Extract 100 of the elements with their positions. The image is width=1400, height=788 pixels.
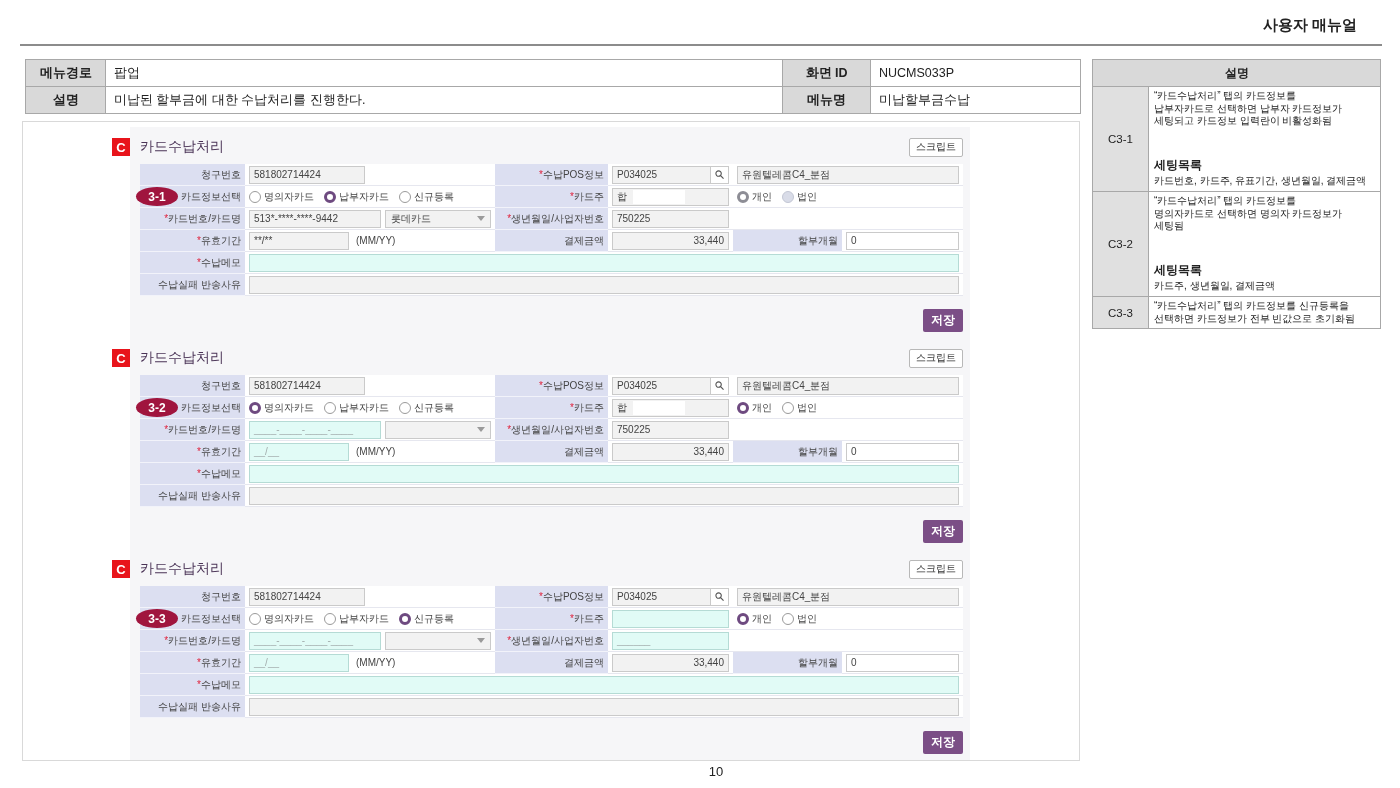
radio-option[interactable]: 신규등록 bbox=[399, 189, 454, 204]
radio-icon[interactable] bbox=[782, 401, 794, 414]
script-button[interactable]: 스크립트 bbox=[909, 348, 963, 368]
radio-icon[interactable] bbox=[249, 190, 261, 203]
radio-option[interactable]: 개인 bbox=[737, 611, 772, 626]
radio-icon[interactable] bbox=[324, 190, 336, 203]
input-field[interactable]: 581802714424 bbox=[249, 376, 365, 395]
input-field[interactable]: 33,440 bbox=[612, 442, 729, 461]
radio-option[interactable]: 신규등록 bbox=[399, 611, 454, 626]
description-text: “카드수납처리” 탭의 카드정보를 명의자카드로 선택하면 명의자 카드정보가 세팅됨 bbox=[1154, 195, 1344, 233]
input-field[interactable]: 합 bbox=[612, 187, 729, 206]
radio-option[interactable]: 신규등록 bbox=[399, 400, 454, 415]
info-label: 설명 bbox=[25, 86, 106, 114]
save-button[interactable]: 저장 bbox=[923, 520, 963, 543]
radio-option[interactable]: 법인 bbox=[782, 611, 817, 626]
input-field[interactable] bbox=[249, 464, 959, 483]
input-field[interactable]: 750225 bbox=[612, 209, 729, 228]
input-field[interactable]: 합 bbox=[612, 398, 729, 417]
radio-option[interactable]: 명의자카드 bbox=[249, 400, 314, 415]
description-text: “카드수납처리” 탭의 카드정보를 납부자카드로 선택하면 납부자 카드정보가 세팅되고 카드정보 입력란이 비활성화됨 bbox=[1154, 90, 1344, 128]
input-field[interactable]: 유원텔레콤C4_분점 bbox=[737, 587, 959, 606]
input-field[interactable]: **/** bbox=[249, 231, 349, 250]
document-title: 사용자 매뉴얼 bbox=[1262, 16, 1357, 35]
input-field[interactable]: 750225 bbox=[612, 420, 729, 439]
input-field[interactable]: P034025 bbox=[612, 376, 711, 395]
input-field[interactable] bbox=[249, 697, 959, 716]
input-field[interactable]: P034025 bbox=[612, 587, 711, 606]
save-button[interactable]: 저장 bbox=[923, 731, 963, 754]
search-button[interactable] bbox=[711, 587, 729, 606]
search-icon bbox=[715, 592, 724, 601]
search-button[interactable] bbox=[711, 376, 729, 395]
info-label: 메뉴경로 bbox=[25, 59, 106, 87]
input-field[interactable] bbox=[249, 275, 959, 294]
field-label: 청구번호 bbox=[201, 167, 241, 182]
radio-option[interactable]: 납부자카드 bbox=[324, 611, 389, 626]
section-marker: C bbox=[112, 349, 130, 367]
radio-option[interactable]: 명의자카드 bbox=[249, 189, 314, 204]
info-value: 팝업 bbox=[105, 59, 783, 87]
field-label: *수납POS정보 bbox=[538, 167, 604, 182]
radio-icon[interactable] bbox=[399, 612, 411, 625]
input-field[interactable]: 유원텔레콤C4_분점 bbox=[737, 165, 959, 184]
script-button[interactable]: 스크립트 bbox=[909, 137, 963, 157]
field-label: 수납실패 반송사유 bbox=[158, 488, 241, 503]
radio-icon[interactable] bbox=[737, 612, 749, 625]
field-label: *수납메모 bbox=[197, 466, 241, 481]
input-field[interactable] bbox=[249, 253, 959, 272]
radio-icon[interactable] bbox=[399, 401, 411, 414]
input-field[interactable]: 0 bbox=[846, 442, 959, 461]
page-number: 10 bbox=[708, 764, 724, 779]
search-icon bbox=[715, 381, 724, 390]
dropdown[interactable] bbox=[384, 631, 491, 650]
radio-icon[interactable] bbox=[249, 401, 261, 414]
radio-icon[interactable] bbox=[324, 612, 336, 625]
radio-option[interactable]: 납부자카드 bbox=[324, 189, 389, 204]
input-field[interactable]: 513*-****-****-9442 bbox=[249, 209, 381, 228]
field-label: *생년월일/사업자번호 bbox=[507, 633, 604, 648]
radio-option[interactable]: 법인 bbox=[782, 400, 817, 415]
info-value: 미납할부금수납 bbox=[870, 86, 1081, 114]
column-header: 설명 bbox=[1092, 59, 1381, 87]
dropdown[interactable] bbox=[384, 420, 491, 439]
field-label: *유효기간 bbox=[197, 444, 241, 459]
radio-icon[interactable] bbox=[324, 401, 336, 414]
search-button[interactable] bbox=[711, 165, 729, 184]
dropdown[interactable]: 롯데카드 bbox=[384, 209, 491, 228]
info-label: 화면 ID bbox=[782, 59, 871, 87]
input-field[interactable]: 33,440 bbox=[612, 231, 729, 250]
input-field[interactable] bbox=[249, 486, 959, 505]
radio-icon[interactable] bbox=[737, 401, 749, 414]
input-field[interactable]: P034025 bbox=[612, 165, 711, 184]
save-button[interactable]: 저장 bbox=[923, 309, 963, 332]
field-label: *카드주 bbox=[570, 400, 604, 415]
list-title: 세팅목록 bbox=[1154, 157, 1203, 174]
input-field[interactable]: 33,440 bbox=[612, 653, 729, 672]
script-button[interactable]: 스크립트 bbox=[909, 559, 963, 579]
info-value: NUCMS033P bbox=[870, 59, 1081, 87]
radio-option[interactable]: 납부자카드 bbox=[324, 400, 389, 415]
input-field[interactable]: 0 bbox=[846, 231, 959, 250]
field-label: *카드번호/카드명 bbox=[164, 633, 241, 648]
field-label: *생년월일/사업자번호 bbox=[507, 422, 604, 437]
input-field[interactable]: 0 bbox=[846, 653, 959, 672]
radio-option[interactable]: 개인 bbox=[737, 400, 772, 415]
input-field[interactable]: 유원텔레콤C4_분점 bbox=[737, 376, 959, 395]
list-items: 카드번호, 카드주, 유표기간, 생년월일, 결제금액 bbox=[1154, 174, 1368, 188]
caret-icon bbox=[477, 638, 485, 643]
input-field[interactable]: 581802714424 bbox=[249, 587, 365, 606]
format-hint: (MM/YY) bbox=[356, 446, 396, 457]
input-field[interactable]: 581802714424 bbox=[249, 165, 365, 184]
radio-icon[interactable] bbox=[249, 612, 261, 625]
field-label: *카드번호/카드명 bbox=[164, 422, 241, 437]
field-label: 결제금액 bbox=[564, 233, 604, 248]
search-icon bbox=[715, 170, 724, 179]
input-field[interactable] bbox=[249, 675, 959, 694]
field-label: *생년월일/사업자번호 bbox=[507, 211, 604, 226]
info-value: 미납된 할부금에 대한 수납처리를 진행한다. bbox=[105, 86, 783, 114]
section-marker: C bbox=[112, 138, 130, 156]
radio-icon[interactable] bbox=[782, 612, 794, 625]
field-label: 카드정보선택 bbox=[181, 611, 241, 626]
input-field[interactable] bbox=[612, 609, 729, 628]
radio-option[interactable]: 명의자카드 bbox=[249, 611, 314, 626]
radio-icon[interactable] bbox=[399, 190, 411, 203]
